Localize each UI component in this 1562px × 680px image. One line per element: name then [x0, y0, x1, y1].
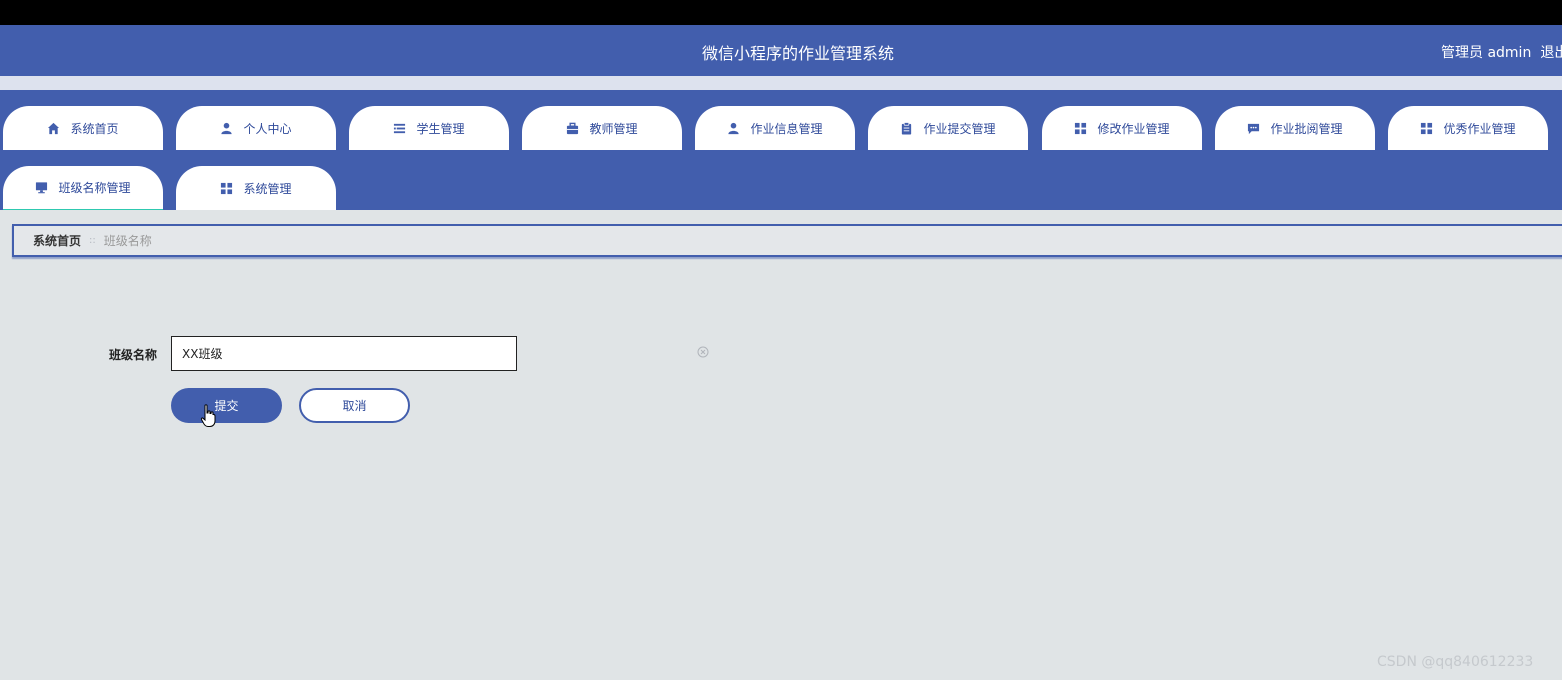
breadcrumb-home[interactable]: 系统首页 [33, 232, 81, 249]
nav-tab-label: 作业提交管理 [923, 121, 996, 136]
clipboard-icon [900, 121, 913, 135]
list-icon [393, 122, 406, 135]
nav-tab-profile[interactable]: 个人中心 [176, 106, 336, 150]
nav-tab-label: 作业批阅管理 [1270, 121, 1343, 136]
cancel-button[interactable]: 取消 [299, 388, 410, 423]
nav-tab-label: 作业信息管理 [750, 121, 823, 136]
grid-icon [1074, 122, 1087, 135]
nav-tab-label: 班级名称管理 [58, 181, 131, 195]
breadcrumb: 系统首页 :: 班级名称 [12, 224, 1562, 257]
nav-tab-homework-submit[interactable]: 作业提交管理 [868, 106, 1028, 150]
nav-tab-homework-modify[interactable]: 修改作业管理 [1042, 106, 1202, 150]
nav-tab-label: 教师管理 [589, 121, 638, 136]
nav-tab-label: 修改作业管理 [1097, 121, 1170, 136]
submit-button[interactable]: 提交 [171, 388, 282, 423]
nav-tab-system[interactable]: 系统管理 [176, 166, 336, 210]
top-nav: 系统首页 个人中心 学生管理 教师管理 作业信息管理 作业提交管理 修改作业管理… [0, 90, 1562, 210]
nav-tab-students[interactable]: 学生管理 [349, 106, 509, 150]
grid-icon [220, 182, 233, 195]
nav-tab-label: 系统首页 [70, 121, 119, 136]
nav-tab-label: 个人中心 [243, 121, 292, 136]
nav-tab-class-name[interactable]: 班级名称管理 [3, 166, 163, 210]
top-black-bar [0, 0, 1562, 25]
hand-cursor-icon [200, 404, 216, 427]
user-area: 管理员 admin 退出 [1441, 42, 1562, 62]
monitor-icon [35, 181, 48, 194]
class-name-input[interactable] [171, 336, 517, 371]
grid-icon [1420, 122, 1433, 135]
breadcrumb-separator: :: [89, 235, 96, 246]
class-name-label: 班级名称 [109, 348, 158, 362]
logout-link[interactable]: 退出 [1540, 45, 1562, 61]
nav-tab-homework-info[interactable]: 作业信息管理 [695, 106, 855, 150]
user-icon [220, 122, 233, 135]
watermark: CSDN @qq840612233 [1377, 654, 1534, 670]
user-icon [727, 122, 740, 135]
nav-tab-excellent-homework[interactable]: 优秀作业管理 [1388, 106, 1548, 150]
nav-tab-label: 系统管理 [243, 181, 292, 196]
app-header: 微信小程序的作业管理系统 管理员 admin 退出 [0, 25, 1562, 76]
nav-tab-home[interactable]: 系统首页 [3, 106, 163, 150]
header-separator [0, 76, 1562, 90]
briefcase-icon [566, 122, 579, 135]
nav-tab-label: 优秀作业管理 [1443, 121, 1516, 136]
home-icon [47, 122, 60, 135]
nav-tab-teachers[interactable]: 教师管理 [522, 106, 682, 150]
nav-tab-homework-review[interactable]: 作业批阅管理 [1215, 106, 1375, 150]
user-label: 管理员 admin [1441, 45, 1532, 61]
comment-icon [1247, 122, 1260, 135]
nav-tab-label: 学生管理 [416, 121, 465, 136]
clear-icon[interactable] [697, 346, 709, 358]
app-title: 微信小程序的作业管理系统 [701, 44, 894, 63]
breadcrumb-current: 班级名称 [103, 234, 152, 248]
